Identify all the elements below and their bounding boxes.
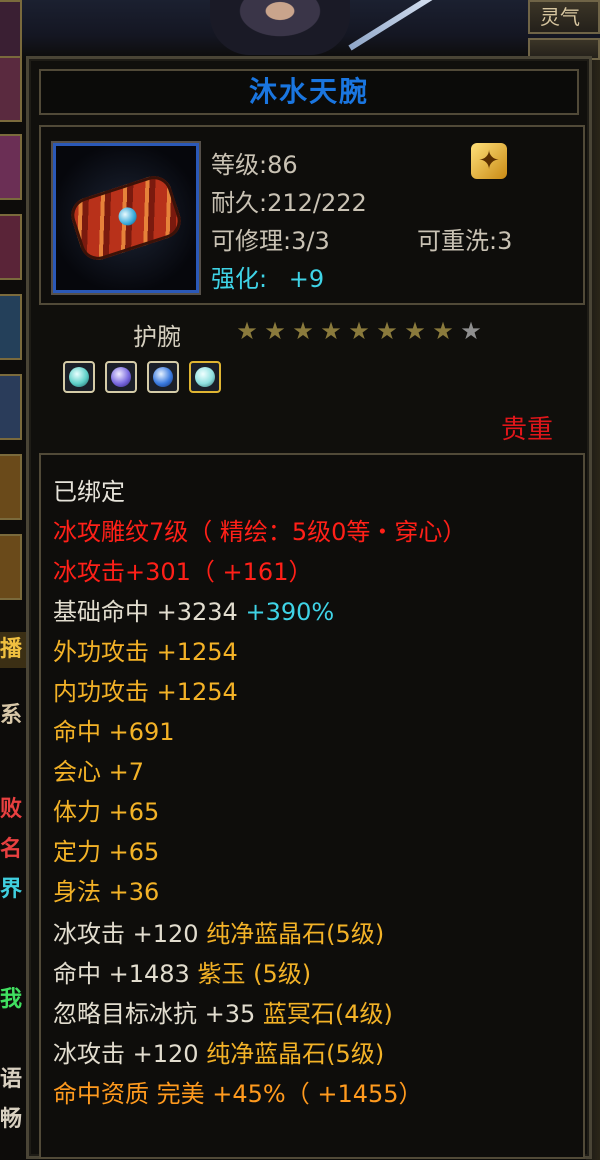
attr-gem-2-name: 紫玉 (5级) [197,960,312,988]
attr-int-attack: 内功攻击 +1254 [53,678,238,706]
side-tab-char: 界 [0,877,23,902]
item-durability: 耐久:212/222 [211,189,367,217]
item-name-bar: 沐水天腕 [39,69,579,115]
left-inventory-strip: 播 系 败 名 界 我 语 畅 [0,0,26,1159]
side-tab-char: 败 [0,797,23,822]
inventory-slot[interactable] [0,294,22,360]
attr-base-hit-percent: +390% [245,598,335,626]
item-tooltip: 沐水天腕 等级:86 耐久:212/222 可修理:3/3 可重洗:3 强化: … [26,56,592,1159]
item-rarity: 贵重 [500,415,553,445]
attr-gem-2: 命中 +1483 紫玉 (5级) [53,959,311,989]
item-type: 护腕 [133,323,181,351]
bracer-icon [66,171,186,265]
inventory-slot[interactable] [0,534,22,600]
enhance-value: +9 [288,265,325,293]
attr-ice-attack: 冰攻击+301（ +161） [53,558,313,586]
gem-slot [105,361,137,393]
inventory-slot[interactable] [0,134,22,200]
attr-ext-attack: 外功攻击 +1254 [53,638,238,666]
item-info-panel: 等级:86 耐久:212/222 可修理:3/3 可重洗:3 强化: +9 ✦ [39,125,585,305]
star-filled-icon: ★ [264,317,286,345]
item-icon [51,141,201,295]
attr-base-hit-text: 基础命中 +3234 [53,598,246,626]
star-filled-icon: ★ [320,317,342,345]
tab-lingqi[interactable]: 灵气 [528,0,600,34]
blue-gem-icon [153,367,173,387]
gem-slot [189,361,221,393]
inventory-slot[interactable] [0,56,22,122]
star-filled-icon: ★ [292,317,314,345]
attr-gem-4-stat: 冰攻击 +120 [53,1040,207,1068]
attr-crit: 会心 +7 [53,758,145,786]
character-portrait [210,0,350,55]
attr-agility: 身法 +36 [53,878,160,906]
side-tab-char: 语 [0,1067,23,1092]
star-filled-icon: ★ [432,317,454,345]
side-tab-char[interactable]: 播 [0,632,26,668]
star-filled-icon: ★ [404,317,426,345]
attr-gem-1-stat: 冰攻击 +120 [53,920,207,948]
item-name: 沐水天腕 [248,75,369,108]
attributes-panel: 已绑定 冰攻雕纹7级（ 精绘：5级0等・穿心） 冰攻击+301（ +161） 基… [39,453,585,1159]
attr-gem-3: 忽略目标冰抗 +35 蓝冥石(4级) [53,999,393,1029]
star-filled-icon: ★ [376,317,398,345]
side-tab-char: 我 [0,987,23,1012]
enhance-label: 强化: [211,265,268,293]
inventory-slot[interactable] [0,214,22,280]
star-empty-icon: ★ [460,317,482,345]
attr-focus: 定力 +65 [53,838,160,866]
attr-gem-3-name: 蓝冥石(4级) [262,1000,393,1028]
attr-gem-4-name: 纯净蓝晶石(5级) [206,1040,385,1068]
attr-gem-1-name: 纯净蓝晶石(5级) [206,920,385,948]
attr-base-hit: 基础命中 +3234 +390% [53,597,334,627]
side-tab-char: 畅 [0,1107,23,1132]
star-rating: ★ ★ ★ ★ ★ ★ ★ ★ ★ [233,317,485,345]
cyan-gem-icon [69,367,89,387]
purple-gem-icon [111,367,131,387]
side-tab-char: 名 [0,837,23,862]
attr-gem-3-stat: 忽略目标冰抗 +35 [53,1000,263,1028]
item-repairable: 可修理:3/3 [211,227,330,255]
attr-gem-1: 冰攻击 +120 纯净蓝晶石(5级) [53,919,384,949]
bracer-gem-icon [116,205,139,228]
gem-slot [63,361,95,393]
inventory-slot[interactable] [0,374,22,440]
sparkle-icon: ✦ [471,143,507,179]
star-filled-icon: ★ [236,317,258,345]
attr-gem-4: 冰攻击 +120 纯净蓝晶石(5级) [53,1039,384,1069]
side-tab-char[interactable]: 系 [0,698,26,734]
attr-engraving: 冰攻雕纹7级（ 精绘：5级0等・穿心） [53,518,467,546]
cyan-gem-icon [195,367,215,387]
inventory-slot[interactable] [0,454,22,520]
attr-gem-2-stat: 命中 +1483 [53,960,198,988]
attr-stamina: 体力 +65 [53,798,160,826]
attr-hit-aptitude: 命中资质 完美 +45%（ +1455） [53,1080,423,1108]
item-level: 等级:86 [211,151,298,179]
attr-hit: 命中 +691 [53,718,175,746]
gem-slots [63,361,231,397]
item-enhance: 强化: +9 [211,259,324,294]
item-rewashable: 可重洗:3 [417,227,513,255]
star-filled-icon: ★ [348,317,370,345]
attr-bound: 已绑定 [53,478,125,506]
tab-lingqi-label: 灵气 [540,5,580,29]
gem-slot [147,361,179,393]
